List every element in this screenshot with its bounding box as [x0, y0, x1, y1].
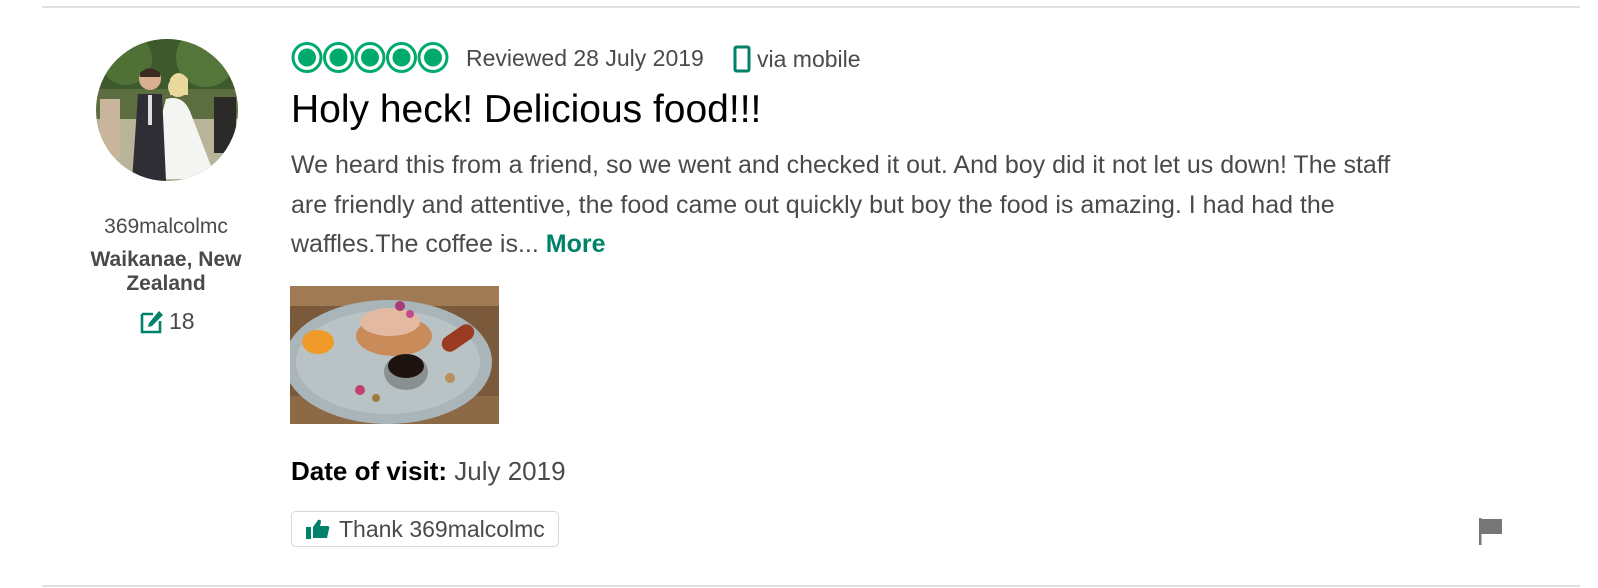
- rating-bubble-fill: [298, 48, 316, 67]
- rating-bubble-fill: [329, 48, 348, 67]
- date-of-visit-value: July 2019: [454, 456, 566, 486]
- reviewer-username[interactable]: 369malcolmc: [60, 215, 272, 239]
- mobile-phone-icon: [733, 45, 751, 73]
- thumbs-up-icon: [306, 519, 330, 539]
- review-title[interactable]: Holy heck! Delicious food!!!: [291, 88, 761, 132]
- thank-button-label: Thank 369malcolmc: [339, 515, 545, 542]
- date-of-visit-label: Date of visit:: [291, 456, 448, 486]
- rating-bubble-fill: [424, 48, 442, 67]
- reviewer-location: Waikanae, New Zealand: [90, 248, 242, 295]
- food-photo: [290, 286, 499, 424]
- contribution-count: 18: [139, 308, 195, 335]
- date-of-visit: Date of visit: July 2019: [291, 456, 566, 487]
- review-photo[interactable]: [290, 286, 499, 424]
- rating-bubbles: [291, 41, 451, 74]
- review-body-text: We heard this from a friend, so we went …: [291, 151, 1391, 258]
- contribution-count-value: 18: [169, 308, 195, 334]
- top-divider: [42, 6, 1580, 8]
- reviewer-avatar[interactable]: [96, 39, 238, 181]
- bottom-divider: [42, 585, 1580, 587]
- review-body: We heard this from a friend, so we went …: [291, 146, 1421, 265]
- more-link[interactable]: More: [546, 230, 606, 258]
- review-date: Reviewed 28 July 2019: [466, 45, 704, 71]
- review-count-icon: [140, 310, 163, 333]
- flag-icon: [1479, 518, 1502, 545]
- report-flag[interactable]: [1478, 517, 1504, 550]
- avatar-photo: [96, 39, 238, 181]
- rating-bubble-fill: [361, 48, 379, 67]
- via-mobile-label: via mobile: [757, 45, 861, 72]
- thank-button[interactable]: Thank 369malcolmc: [291, 511, 559, 547]
- rating-bubbles-graphic: [291, 42, 449, 73]
- via-mobile: via mobile: [733, 45, 861, 73]
- rating-bubble-fill: [392, 48, 411, 67]
